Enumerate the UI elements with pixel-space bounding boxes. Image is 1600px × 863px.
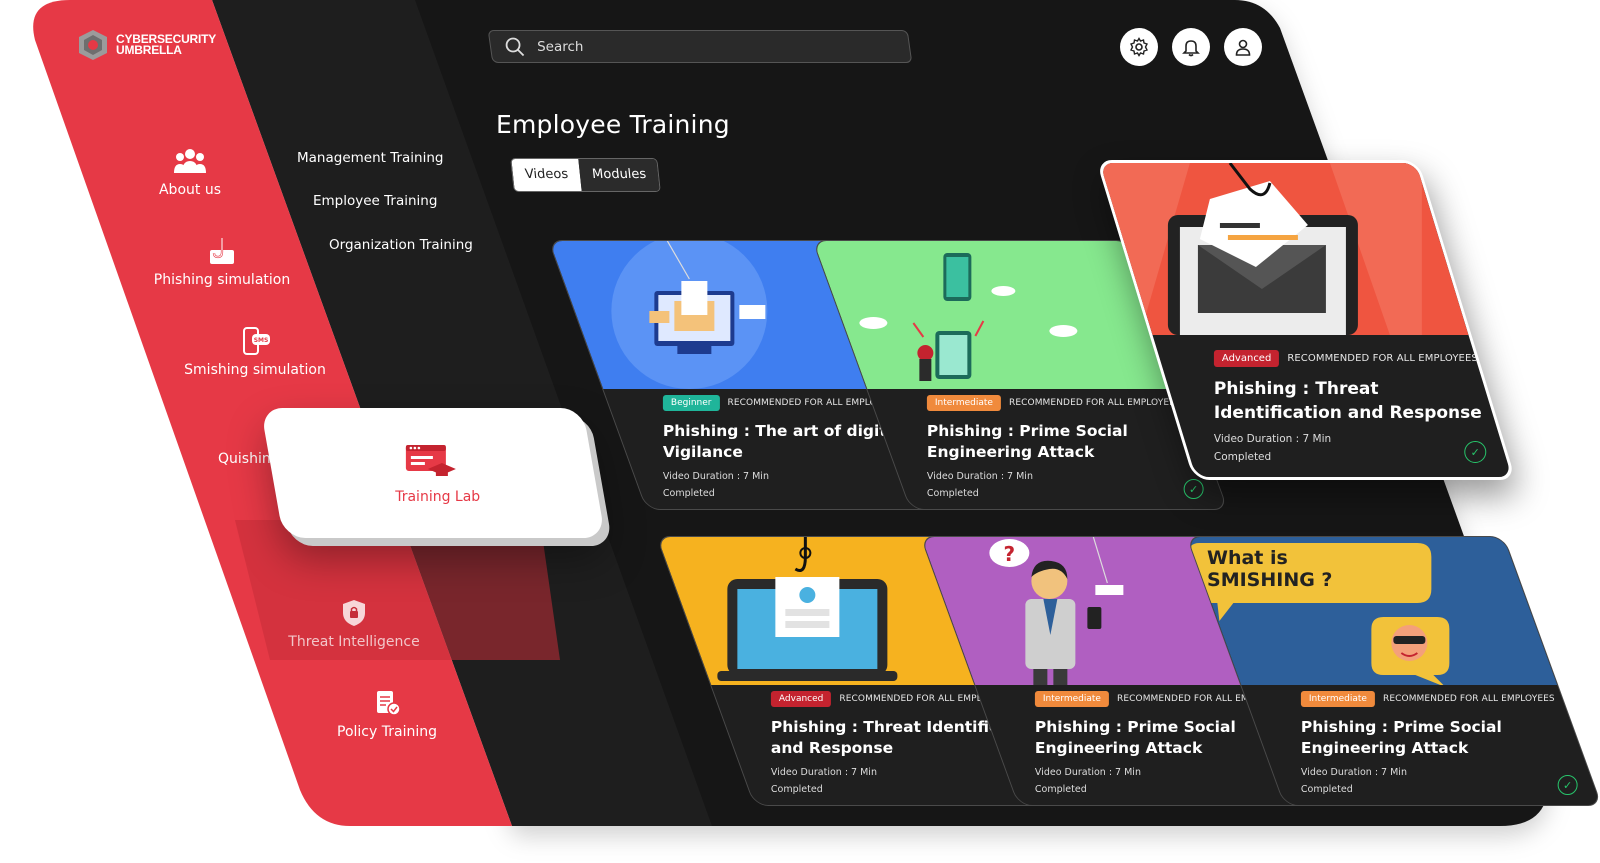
shield-lock-icon [343, 600, 365, 626]
course-status: Completed [1213, 451, 1272, 463]
gear-icon[interactable] [1120, 28, 1158, 66]
level-badge: Intermediate [1300, 691, 1375, 707]
completed-check-icon: ✓ [1183, 479, 1204, 499]
training-lab-icon [405, 445, 456, 476]
course-title: Phishing : Prime Social Engineering Atta… [926, 422, 1128, 461]
sidebar-item-about-us[interactable]: About us [150, 146, 230, 198]
view-toggle: Videos Modules [510, 158, 662, 192]
course-title: Phishing : Prime Social Engineering Atta… [1300, 718, 1502, 757]
search-input[interactable]: Search [537, 39, 583, 55]
sidebar-item-smishing-simulation[interactable]: SMS Smishing simulation [182, 326, 328, 378]
sidebar-item-label: Policy Training [337, 724, 437, 740]
level-badge: Advanced [770, 691, 832, 707]
sidebar-item-label: Threat Intelligence [288, 634, 420, 650]
course-status: Completed [1300, 784, 1353, 795]
page-title: Employee Training [496, 110, 730, 139]
app-screen: CYBERSECURITY UMBRELLA About us Phishing… [0, 0, 1600, 863]
completed-check-icon: ✓ [1557, 775, 1578, 795]
sidebar-item-phishing-simulation[interactable]: Phishing simulation [152, 236, 292, 288]
search-icon [505, 37, 525, 56]
search-bar[interactable]: Search [487, 30, 913, 63]
course-duration: Video Duration : 7 Min [1213, 433, 1332, 445]
sms-phone-icon: SMS [243, 327, 270, 355]
users-icon [174, 149, 206, 173]
svg-text:?: ? [1004, 542, 1016, 566]
course-thumbnail: What is SMISHING ? [1187, 537, 1558, 687]
sidebar-item-label: Phishing simulation [153, 272, 291, 288]
sidebar-item-label: Smishing simulation [184, 362, 326, 378]
course-thumbnail [1099, 162, 1469, 335]
phishing-hook-icon [210, 238, 234, 264]
sidebar-item-label: About us [158, 182, 221, 198]
tab-modules[interactable]: Modules [578, 159, 660, 191]
brand-logo[interactable]: CYBERSECURITY UMBRELLA [76, 28, 216, 62]
subnav-management-training[interactable]: Management Training [297, 150, 444, 166]
thumbnail-caption: What is SMISHING ? [1207, 547, 1333, 591]
umbrella-shield-icon [79, 30, 107, 60]
policy-document-icon [377, 691, 401, 716]
level-badge: Intermediate [926, 395, 1001, 411]
recommendation-label: RECOMMENDED FOR ALL EMPLOYEES [1287, 353, 1478, 364]
sidebar-item-policy-training[interactable]: Policy Training [334, 688, 440, 740]
user-icon[interactable] [1224, 28, 1262, 66]
brand-name-line2: UMBRELLA [116, 43, 182, 57]
level-badge: Intermediate [1034, 691, 1109, 707]
recommendation-label: RECOMMENDED FOR ALL EMPLOYEES [1382, 694, 1555, 704]
sidebar-item-threat-intelligence[interactable]: Threat Intelligence [288, 598, 420, 650]
course-title: Phishing : Threat Identification and Res… [1213, 379, 1482, 423]
subnav-organization-training[interactable]: Organization Training [329, 237, 473, 253]
svg-text:SMS: SMS [254, 337, 269, 344]
level-badge: Beginner [662, 395, 720, 411]
sidebar-item-training-lab[interactable]: Training Lab [260, 408, 606, 538]
bell-icon[interactable] [1172, 28, 1210, 66]
course-status: Completed [926, 488, 979, 499]
tab-videos[interactable]: Videos [511, 159, 582, 191]
training-lab-label: Training Lab [394, 489, 480, 505]
course-duration: Video Duration : 7 Min [926, 471, 1033, 482]
completed-check-icon: ✓ [1464, 441, 1487, 463]
recommendation-label: RECOMMENDED FOR ALL EMPLOYEES [1008, 398, 1181, 408]
subnav-employee-training[interactable]: Employee Training [313, 193, 437, 209]
course-duration: Video Duration : 7 Min [1300, 767, 1407, 778]
level-badge: Advanced [1213, 350, 1280, 367]
